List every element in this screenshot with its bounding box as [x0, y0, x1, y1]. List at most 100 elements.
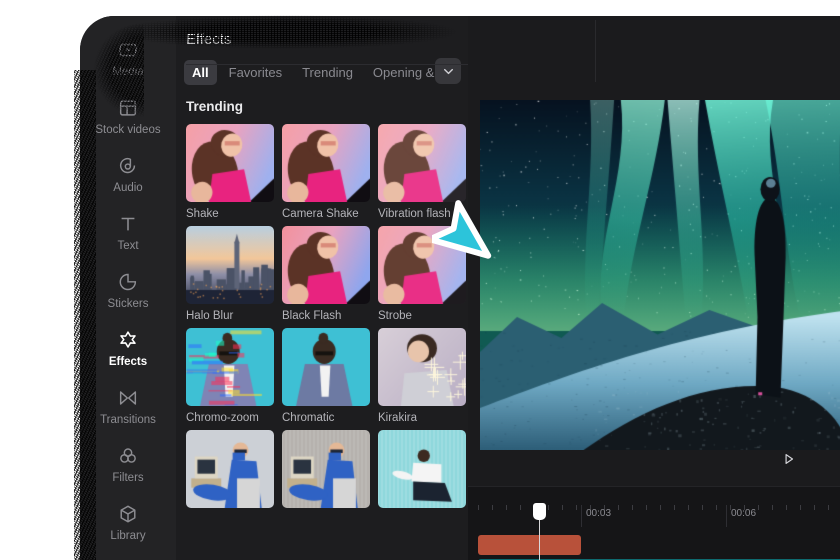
timeline-ruler[interactable]: 00:0300:0600:0 [468, 505, 840, 527]
effect-thumbnail [378, 328, 466, 406]
effect-card[interactable]: Strobe [378, 226, 466, 322]
sidebar-item-filters[interactable]: Filters [80, 436, 176, 494]
effect-label: Vibration flash [378, 208, 466, 220]
ruler-tick [646, 505, 647, 510]
ruler-tick [674, 505, 675, 510]
tabs-divider [186, 64, 468, 65]
sidebar-nav-rail: Media Stock videos Audio Text Stickers E… [80, 16, 177, 560]
sidebar-item-label: Audio [113, 183, 142, 195]
effect-label: Shake [186, 208, 274, 220]
sidebar-item-stickers[interactable]: Stickers [80, 262, 176, 320]
effect-card[interactable]: Kirakira [378, 328, 466, 424]
effect-thumbnail [282, 430, 370, 508]
filters-three-circles-icon [117, 445, 139, 467]
preview-player [468, 16, 840, 486]
ruler-tick [492, 505, 493, 510]
ruler-tick [660, 505, 661, 510]
sidebar-item-media[interactable]: Media [80, 30, 176, 88]
panel-title: Effects [176, 16, 468, 48]
effect-thumbnail [186, 430, 274, 508]
ruler-tick [758, 505, 759, 510]
media-play-rect-icon [117, 39, 139, 61]
effect-thumbnail [186, 328, 274, 406]
audio-note-circle-icon [117, 155, 139, 177]
effect-label: Strobe [378, 310, 466, 322]
effect-card[interactable] [282, 430, 370, 508]
effect-thumbnail [282, 226, 370, 304]
sidebar-item-transitions[interactable]: Transitions [80, 378, 176, 436]
sidebar-item-stock-videos[interactable]: Stock videos [80, 88, 176, 146]
sidebar-item-label: Filters [112, 473, 143, 485]
effect-card[interactable]: Shake [186, 124, 274, 220]
effect-thumbnail [186, 226, 274, 304]
effect-thumbnail [282, 124, 370, 202]
effect-label: Halo Blur [186, 310, 274, 322]
tabs-more-button[interactable] [435, 58, 461, 84]
effects-panel: Effects All Favorites Trending Opening &… [176, 16, 469, 560]
effect-thumbnail [378, 430, 466, 508]
ruler-tick [506, 505, 507, 510]
layout-panels-icon [117, 97, 139, 119]
ruler-tick [828, 505, 829, 510]
effect-thumbnail [186, 124, 274, 202]
play-triangle-icon [782, 451, 796, 467]
ruler-tick [702, 505, 703, 510]
ruler-tick [716, 505, 717, 510]
sidebar-item-label: Library [110, 531, 145, 543]
effect-card[interactable]: Chromatic [282, 328, 370, 424]
ruler-tick [688, 505, 689, 510]
effect-label: Chromatic [282, 412, 370, 424]
effect-label: Kirakira [378, 412, 466, 424]
effect-thumbnail [282, 328, 370, 406]
ruler-time-label: 00:03 [581, 508, 611, 519]
ruler-tick [786, 505, 787, 510]
library-cube-icon [117, 503, 139, 525]
effect-label: Chromo-zoom [186, 412, 274, 424]
play-button[interactable] [778, 448, 800, 470]
ruler-tick [520, 505, 521, 510]
sticker-circle-icon [117, 271, 139, 293]
ruler-tick [772, 505, 773, 510]
ruler-tick [478, 505, 479, 510]
effect-card[interactable]: Halo Blur [186, 226, 274, 322]
sidebar-item-label: Effects [109, 357, 147, 369]
timeline[interactable]: 00:0300:0600:0 Woman, Camera, Retro, Loo… [468, 486, 840, 560]
effect-card[interactable]: Camera Shake [282, 124, 370, 220]
sidebar-item-label: Text [117, 241, 138, 253]
sidebar-item-audio[interactable]: Audio [80, 146, 176, 204]
effect-label: Camera Shake [282, 208, 370, 220]
sidebar-item-effects[interactable]: Effects [80, 320, 176, 378]
sidebar-item-label: Transitions [100, 415, 156, 427]
sidebar-item-library[interactable]: Library [80, 494, 176, 552]
effect-card[interactable] [186, 430, 274, 508]
timeline-clip-effect[interactable] [478, 535, 581, 555]
screenshot-stage: Media Stock videos Audio Text Stickers E… [0, 0, 840, 560]
ruler-tick [562, 505, 563, 510]
sidebar-item-text[interactable]: Text [80, 204, 176, 262]
ruler-tick [800, 505, 801, 510]
text-t-icon [117, 213, 139, 235]
video-preview[interactable] [480, 100, 840, 450]
effect-card[interactable]: Vibration flash [378, 124, 466, 220]
ruler-time-label: 00:06 [726, 508, 756, 519]
effects-sparkle-star-icon [117, 329, 139, 351]
section-title-trending: Trending [176, 85, 468, 114]
effect-thumbnail [378, 124, 466, 202]
chevron-down-icon [442, 65, 455, 78]
sidebar-item-label: Stickers [108, 299, 149, 311]
ruler-tick [814, 505, 815, 510]
timeline-playhead[interactable] [539, 503, 540, 560]
effect-card[interactable]: Black Flash [282, 226, 370, 322]
toolbar-divider [595, 20, 596, 82]
effect-card[interactable]: Chromo-zoom [186, 328, 274, 424]
effect-label: Black Flash [282, 310, 370, 322]
transitions-bowtie-icon [117, 387, 139, 409]
ruler-tick [618, 505, 619, 510]
sidebar-item-label: Stock videos [95, 125, 160, 137]
playhead-handle[interactable] [533, 503, 546, 520]
ruler-tick [576, 505, 577, 510]
effects-tab-bar: All Favorites Trending Opening & [176, 48, 468, 85]
ruler-tick [632, 505, 633, 510]
effect-card[interactable] [378, 430, 466, 508]
sidebar-item-label: Media [112, 67, 143, 79]
